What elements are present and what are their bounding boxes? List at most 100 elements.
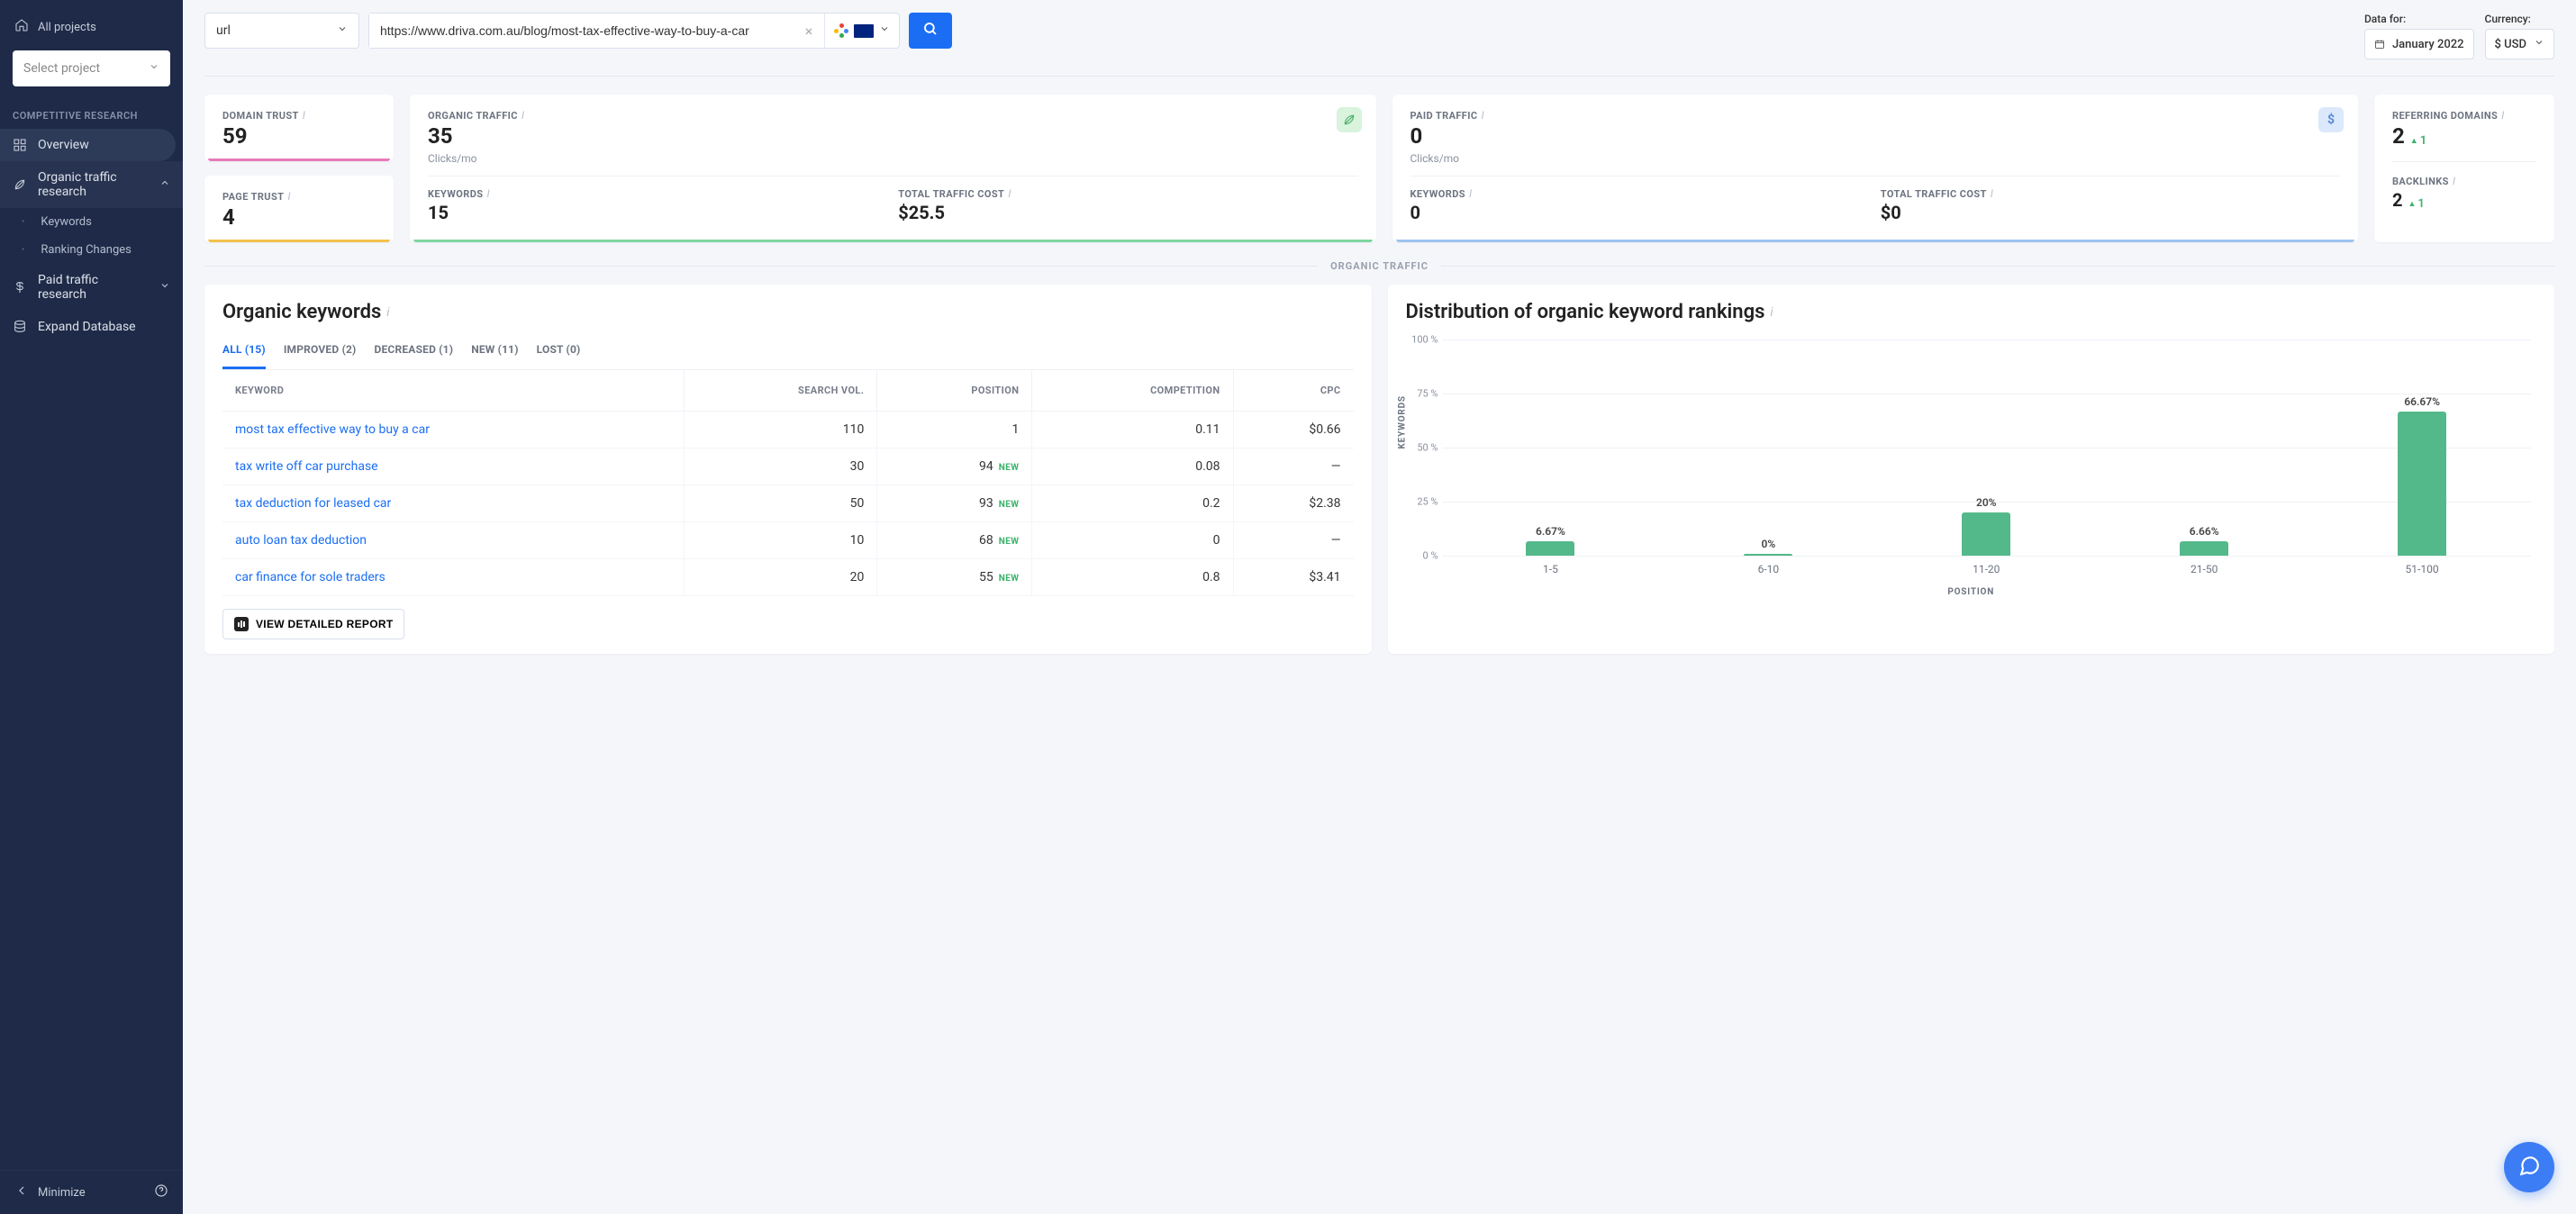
- info-icon[interactable]: i: [1481, 109, 1484, 122]
- pt-keywords-value: 0: [1410, 202, 1870, 223]
- cell-competition: 0.08: [1032, 448, 1233, 485]
- search-button[interactable]: [909, 13, 952, 49]
- info-icon[interactable]: i: [386, 305, 389, 320]
- cell-search-vol: 10: [684, 522, 877, 559]
- ref-domains-delta: 1: [2410, 134, 2426, 148]
- keyword-table: KEYWORD SEARCH VOL. POSITION COMPETITION…: [222, 370, 1354, 596]
- sidebar: All projects Select project COMPETITIVE …: [0, 0, 183, 1214]
- search-icon: [922, 21, 939, 41]
- url-input[interactable]: [369, 14, 794, 48]
- page-trust-label: PAGE TRUST: [222, 191, 284, 203]
- bar-chart-icon: [234, 617, 249, 631]
- view-detailed-report-button[interactable]: VIEW DETAILED REPORT: [222, 609, 404, 639]
- card-organic-traffic: ORGANIC TRAFFICi 35 Clicks/mo KEYWORDSi …: [410, 95, 1376, 242]
- help-icon[interactable]: [154, 1183, 168, 1201]
- keyword-link[interactable]: auto loan tax deduction: [235, 533, 367, 548]
- table-row: most tax effective way to buy a car 110 …: [222, 412, 1354, 448]
- keyword-link[interactable]: tax write off car purchase: [235, 459, 378, 474]
- info-icon[interactable]: i: [1991, 187, 1994, 200]
- nav-sub-keywords[interactable]: Keywords: [0, 208, 183, 236]
- leaf-icon: [1337, 107, 1362, 132]
- chevron-down-icon: [879, 23, 890, 38]
- bar-value-label: 6.66%: [2190, 525, 2219, 538]
- info-icon[interactable]: i: [2501, 109, 2505, 122]
- bar-value-label: 6.67%: [1536, 525, 1565, 538]
- clear-icon[interactable]: ×: [794, 23, 824, 40]
- nav-organic-traffic-research[interactable]: Organic traffic research: [0, 161, 183, 208]
- tab-new[interactable]: NEW (11): [471, 343, 518, 369]
- domain-trust-label: DOMAIN TRUST: [222, 110, 299, 122]
- database-icon: [13, 320, 27, 334]
- info-icon[interactable]: i: [303, 109, 306, 122]
- th-competition[interactable]: COMPETITION: [1032, 370, 1233, 412]
- cell-search-vol: 20: [684, 559, 877, 596]
- dollar-icon: [13, 280, 27, 294]
- info-icon[interactable]: i: [287, 190, 291, 203]
- data-for-block: Data for: January 2022: [2364, 13, 2474, 59]
- paid-traffic-value: 0: [1410, 123, 2341, 149]
- bar-column: 0% 6-10: [1659, 538, 1877, 556]
- bar: [1526, 541, 1574, 556]
- cell-position: 94NEW: [877, 448, 1032, 485]
- keyword-link[interactable]: car finance for sole traders: [235, 570, 385, 584]
- page-trust-value: 4: [222, 204, 376, 230]
- card-paid-traffic: $ PAID TRAFFICi 0 Clicks/mo KEYWORDSi 0 …: [1392, 95, 2359, 242]
- table-row: auto loan tax deduction 10 68NEW 0 —: [222, 522, 1354, 559]
- tab-all[interactable]: ALL (15): [222, 343, 266, 369]
- table-row: tax write off car purchase 30 94NEW 0.08…: [222, 448, 1354, 485]
- nav-paid-label: Paid traffic research: [38, 273, 149, 302]
- th-keyword[interactable]: KEYWORD: [222, 370, 684, 412]
- tab-lost[interactable]: LOST (0): [537, 343, 581, 369]
- scope-selector[interactable]: url: [204, 13, 359, 49]
- info-icon[interactable]: i: [486, 187, 490, 200]
- all-projects-link[interactable]: All projects: [13, 13, 170, 50]
- tab-improved[interactable]: IMPROVED (2): [284, 343, 357, 369]
- info-icon[interactable]: i: [1770, 305, 1773, 320]
- keyword-link[interactable]: most tax effective way to buy a car: [235, 422, 430, 437]
- organic-traffic-value: 35: [428, 123, 1358, 149]
- bar-value-label: 0%: [1762, 538, 1776, 550]
- cell-position: 93NEW: [877, 485, 1032, 522]
- home-icon: [14, 18, 29, 36]
- chevron-down-icon: [2534, 37, 2544, 51]
- badge-new: NEW: [999, 500, 1020, 510]
- sidebar-section-label: COMPETITIVE RESEARCH: [0, 94, 183, 129]
- currency-picker[interactable]: $ USD: [2485, 29, 2554, 59]
- cell-position: 68NEW: [877, 522, 1032, 559]
- keyword-tabs: ALL (15) IMPROVED (2) DECREASED (1) NEW …: [222, 343, 1354, 370]
- chat-button[interactable]: [2504, 1142, 2554, 1192]
- date-picker[interactable]: January 2022: [2364, 29, 2474, 59]
- info-icon[interactable]: i: [1008, 187, 1011, 200]
- nav-sub-ranking-changes[interactable]: Ranking Changes: [0, 236, 183, 264]
- info-icon[interactable]: i: [2453, 175, 2456, 187]
- ref-domains-value: 2: [2392, 123, 2405, 149]
- paid-traffic-sub: Clicks/mo: [1410, 152, 2341, 165]
- bar: [1744, 554, 1792, 556]
- th-position[interactable]: POSITION: [877, 370, 1032, 412]
- keyword-link[interactable]: tax deduction for leased car: [235, 496, 391, 511]
- th-cpc[interactable]: CPC: [1233, 370, 1353, 412]
- bar: [2180, 541, 2228, 556]
- engine-selector[interactable]: [824, 14, 899, 48]
- cell-cpc: —: [1233, 448, 1353, 485]
- bar-column: 6.67% 1-5: [1442, 525, 1660, 556]
- distribution-title: Distribution of organic keyword rankings: [1406, 301, 1765, 323]
- project-select[interactable]: Select project: [13, 50, 170, 86]
- nav-expand-database[interactable]: Expand Database: [0, 311, 183, 343]
- ref-domains-label: REFERRING DOMAINS: [2392, 110, 2498, 122]
- info-icon[interactable]: i: [522, 109, 525, 122]
- minimize-button[interactable]: Minimize: [14, 1183, 86, 1201]
- scope-value: url: [216, 23, 231, 38]
- google-icon: [834, 23, 848, 38]
- bar-value-label: 20%: [1976, 496, 1997, 509]
- info-icon[interactable]: i: [1469, 187, 1473, 200]
- nav-paid-traffic-research[interactable]: Paid traffic research: [0, 264, 183, 311]
- cell-search-vol: 30: [684, 448, 877, 485]
- cell-search-vol: 110: [684, 412, 877, 448]
- nav-overview[interactable]: Overview: [0, 129, 176, 161]
- tab-decreased[interactable]: DECREASED (1): [374, 343, 453, 369]
- domain-trust-value: 59: [222, 123, 376, 149]
- y-tick-label: 0 %: [1408, 550, 1438, 562]
- backlinks-label: BACKLINKS: [2392, 176, 2449, 187]
- th-search-vol[interactable]: SEARCH VOL.: [684, 370, 877, 412]
